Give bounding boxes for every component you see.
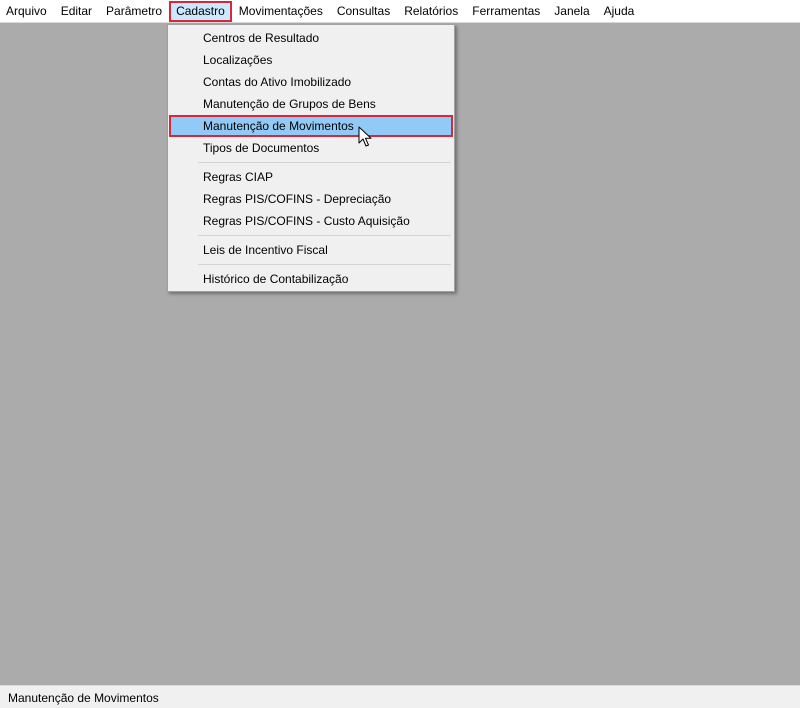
- menu-item-manutencao-movimentos[interactable]: Manutenção de Movimentos: [169, 115, 453, 137]
- menu-item-regras-pis-cofins-custo-aquisicao[interactable]: Regras PIS/COFINS - Custo Aquisição: [169, 210, 453, 232]
- menu-editar[interactable]: Editar: [54, 1, 99, 22]
- menu-relatorios[interactable]: Relatórios: [397, 1, 465, 22]
- menu-cadastro[interactable]: Cadastro: [169, 0, 232, 22]
- menu-item-contas-ativo-imobilizado[interactable]: Contas do Ativo Imobilizado: [169, 71, 453, 93]
- menu-separator: [198, 159, 451, 166]
- menu-item-leis-incentivo-fiscal[interactable]: Leis de Incentivo Fiscal: [169, 239, 453, 261]
- menu-item-localizacoes[interactable]: Localizações: [169, 49, 453, 71]
- menu-separator: [198, 232, 451, 239]
- menu-item-historico-contabilizacao[interactable]: Histórico de Contabilização: [169, 268, 453, 290]
- menu-consultas[interactable]: Consultas: [330, 1, 397, 22]
- menu-separator: [198, 261, 451, 268]
- menu-janela[interactable]: Janela: [547, 1, 596, 22]
- status-bar: Manutenção de Movimentos: [0, 685, 800, 708]
- status-text: Manutenção de Movimentos: [8, 691, 159, 705]
- menu-bar: Arquivo Editar Parâmetro Cadastro Movime…: [0, 0, 800, 23]
- menu-item-manutencao-grupos-bens[interactable]: Manutenção de Grupos de Bens: [169, 93, 453, 115]
- menu-item-regras-ciap[interactable]: Regras CIAP: [169, 166, 453, 188]
- menu-item-regras-pis-cofins-depreciacao[interactable]: Regras PIS/COFINS - Depreciação: [169, 188, 453, 210]
- menu-movimentacoes[interactable]: Movimentações: [232, 1, 330, 22]
- menu-ferramentas[interactable]: Ferramentas: [465, 1, 547, 22]
- menu-arquivo[interactable]: Arquivo: [0, 1, 54, 22]
- menu-parametro[interactable]: Parâmetro: [99, 1, 169, 22]
- menu-item-tipos-documentos[interactable]: Tipos de Documentos: [169, 137, 453, 159]
- cadastro-dropdown-menu: Centros de Resultado Localizações Contas…: [167, 24, 455, 292]
- menu-item-centros-de-resultado[interactable]: Centros de Resultado: [169, 27, 453, 49]
- menu-ajuda[interactable]: Ajuda: [597, 1, 642, 22]
